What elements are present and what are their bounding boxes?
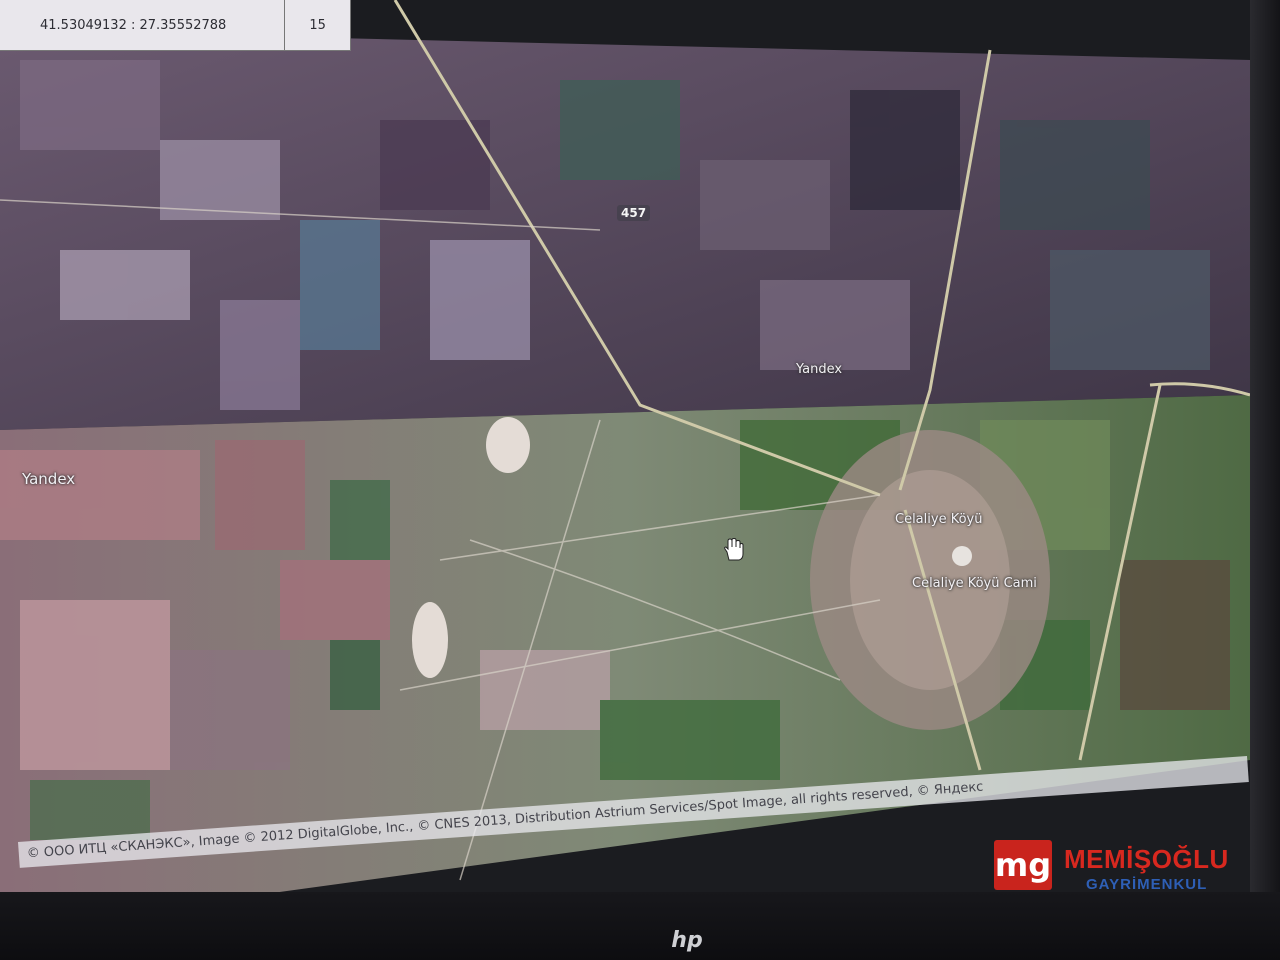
brand-name: MEMİŞOĞLU [1064,844,1229,874]
place-label-village[interactable]: Celaliye Köyü [895,512,982,527]
zoom-level-readout: 15 [284,0,350,50]
road-number-label: 457 [617,205,651,221]
monitor-screen: 457 Yandex Yandex Celaliye Köyü Celaliye… [0,0,1250,930]
monitor-bezel-right [1250,0,1280,960]
yandex-watermark-upper: Yandex [796,362,843,377]
coordinates-readout: 41.53049132 : 27.35552788 [40,17,227,33]
brand-subtitle: GAYRİMENKUL [1086,876,1208,893]
coordinate-panel: 41.53049132 : 27.35552788 15 [0,0,351,51]
monitor-bezel-bottom [0,892,1280,960]
hp-logo-icon: hp [671,927,703,953]
brand-logo-icon: mg [994,840,1052,890]
satellite-map[interactable]: 457 Yandex Yandex Celaliye Köyü Celaliye… [0,0,1250,930]
place-label-mosque[interactable]: Celaliye Köyü Cami [912,576,1037,591]
watermark-brand: mg MEMİŞOĞLU GAYRİMENKUL [994,838,1244,898]
yandex-watermark-lower: Yandex [22,470,76,488]
hand-cursor-icon [724,538,744,561]
